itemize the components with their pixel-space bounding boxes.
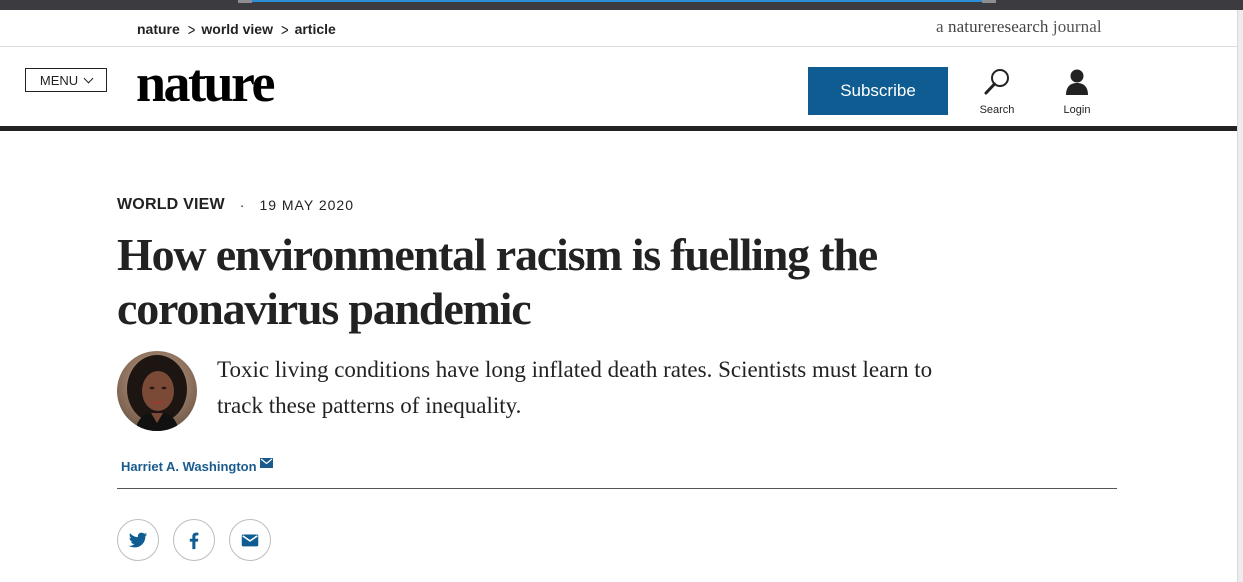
share-twitter-button[interactable]	[117, 519, 159, 561]
share-email-button[interactable]	[229, 519, 271, 561]
search-label: Search	[979, 104, 1015, 116]
breadcrumb-world-view[interactable]: world view	[201, 21, 273, 37]
twitter-icon	[128, 532, 148, 548]
nr-suffix: journal	[1052, 17, 1102, 36]
browser-top-strip	[0, 0, 1243, 10]
menu-label: MENU	[39, 72, 79, 88]
nr-prefix: a	[936, 17, 944, 36]
scrollbar-track[interactable]	[1237, 10, 1243, 582]
breadcrumb-nature[interactable]: nature	[137, 21, 180, 37]
breadcrumb-separator-icon: >	[280, 19, 289, 39]
loading-bar-cap-left	[238, 0, 252, 3]
site-header: MENU nature Subscribe Search Login	[0, 47, 1237, 127]
email-icon	[241, 534, 259, 547]
subscribe-button[interactable]: Subscribe	[808, 67, 948, 115]
nr-brand: natureresearch	[948, 17, 1049, 36]
article-standfirst: Toxic living conditions have long inflat…	[217, 357, 933, 418]
breadcrumb: nature > world view > article	[137, 19, 336, 39]
loading-bar-cap-right	[982, 0, 996, 3]
meta-separator: ·	[239, 197, 245, 213]
author-name-link[interactable]: Harriet A. Washington	[121, 459, 257, 474]
breadcrumb-separator-icon: >	[187, 19, 196, 39]
facebook-icon	[189, 532, 199, 550]
login-label: Login	[1063, 104, 1091, 116]
article-meta: WORLD VIEW · 19 MAY 2020	[117, 196, 354, 214]
article-date: 19 MAY 2020	[259, 197, 354, 213]
user-icon	[1066, 69, 1088, 95]
breadcrumb-article[interactable]: article	[295, 21, 336, 37]
header-divider	[0, 126, 1237, 131]
chevron-down-icon	[83, 73, 94, 83]
nature-research-journal-link[interactable]: a natureresearch journal	[936, 17, 1102, 37]
breadcrumb-bar: nature > world view > article a naturere…	[0, 10, 1237, 47]
login-button[interactable]: Login	[1047, 67, 1107, 119]
author-portrait-image	[117, 351, 197, 431]
article-section[interactable]: WORLD VIEW	[117, 196, 225, 214]
search-icon	[984, 69, 1009, 95]
author-divider	[117, 488, 1117, 489]
author-avatar	[117, 351, 197, 431]
nature-logo[interactable]: nature	[136, 51, 276, 115]
mail-icon[interactable]	[259, 457, 273, 468]
article-title: How environmental racism is fuelling the…	[117, 229, 878, 334]
author-row: Harriet A. Washington	[121, 457, 273, 474]
loading-progress-bar	[252, 0, 982, 2]
share-facebook-button[interactable]	[173, 519, 215, 561]
menu-button[interactable]: MENU	[25, 68, 107, 92]
search-button[interactable]: Search	[967, 67, 1027, 119]
